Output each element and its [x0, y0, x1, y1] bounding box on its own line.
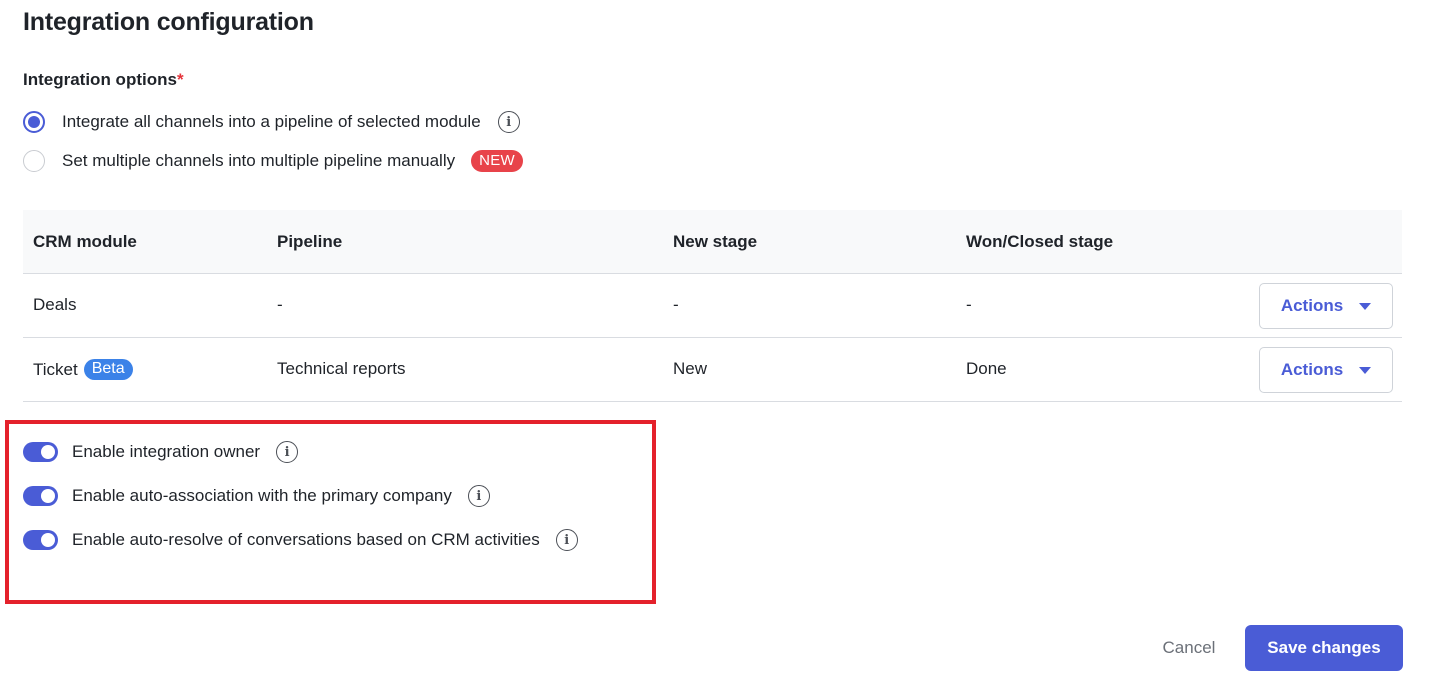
cell-pipeline: - — [277, 295, 283, 314]
cell-module: Ticket Beta — [33, 359, 133, 380]
integration-options-label: Integration options* — [23, 70, 184, 89]
page-title: Integration configuration — [23, 8, 314, 36]
caret-down-icon — [1359, 366, 1372, 374]
table-row: Deals - - - Actions — [23, 274, 1402, 338]
cell-pipeline: Technical reports — [277, 359, 406, 378]
save-changes-button[interactable]: Save changes — [1245, 625, 1403, 671]
new-badge: NEW — [471, 150, 524, 172]
toggle-auto-association[interactable]: Enable auto-association with the primary… — [23, 483, 490, 509]
actions-dropdown-button[interactable]: Actions — [1259, 283, 1393, 329]
toggle-label: Enable auto-resolve of conversations bas… — [72, 530, 540, 549]
radio-integrate-all[interactable] — [23, 111, 45, 133]
info-icon[interactable]: i — [555, 529, 578, 551]
header-pipeline: Pipeline — [277, 232, 343, 251]
toggle-integration-owner[interactable]: Enable integration owner i — [23, 439, 299, 465]
header-new-stage: New stage — [673, 232, 758, 251]
cell-won-stage: Done — [966, 359, 1007, 378]
info-icon[interactable]: i — [467, 485, 490, 507]
beta-badge: Beta — [83, 359, 133, 380]
cell-module: Deals — [33, 295, 77, 314]
toggle-switch[interactable] — [23, 530, 58, 550]
table-row: Ticket Beta Technical reports New Done A… — [23, 338, 1402, 402]
option-integrate-all[interactable]: Integrate all channels into a pipeline o… — [23, 109, 520, 135]
info-icon[interactable]: i — [497, 111, 520, 133]
crm-module-table: CRM module Pipeline New stage Won/Closed… — [23, 210, 1402, 402]
header-crm-module: CRM module — [33, 232, 137, 251]
toggle-switch[interactable] — [23, 486, 58, 506]
cell-won-stage: - — [966, 295, 972, 314]
caret-down-icon — [1359, 302, 1372, 310]
toggle-label: Enable auto-association with the primary… — [72, 486, 452, 505]
option-multiple-channels[interactable]: Set multiple channels into multiple pipe… — [23, 148, 524, 174]
radio-multiple-channels[interactable] — [23, 150, 45, 172]
header-won-stage: Won/Closed stage — [966, 232, 1114, 251]
option-label: Integrate all channels into a pipeline o… — [62, 112, 481, 131]
actions-label: Actions — [1280, 360, 1344, 379]
info-icon[interactable]: i — [276, 441, 299, 463]
cell-new-stage: - — [673, 295, 679, 314]
required-mark: * — [176, 70, 184, 89]
toggle-label: Enable integration owner — [72, 442, 261, 461]
cancel-button[interactable]: Cancel — [1148, 626, 1230, 670]
table-header: CRM module Pipeline New stage Won/Closed… — [23, 210, 1402, 274]
actions-dropdown-button[interactable]: Actions — [1259, 347, 1393, 393]
cell-new-stage: New — [673, 359, 708, 378]
toggle-switch[interactable] — [23, 442, 58, 462]
actions-label: Actions — [1280, 296, 1344, 315]
option-label: Set multiple channels into multiple pipe… — [62, 151, 456, 170]
toggle-auto-resolve[interactable]: Enable auto-resolve of conversations bas… — [23, 527, 578, 553]
